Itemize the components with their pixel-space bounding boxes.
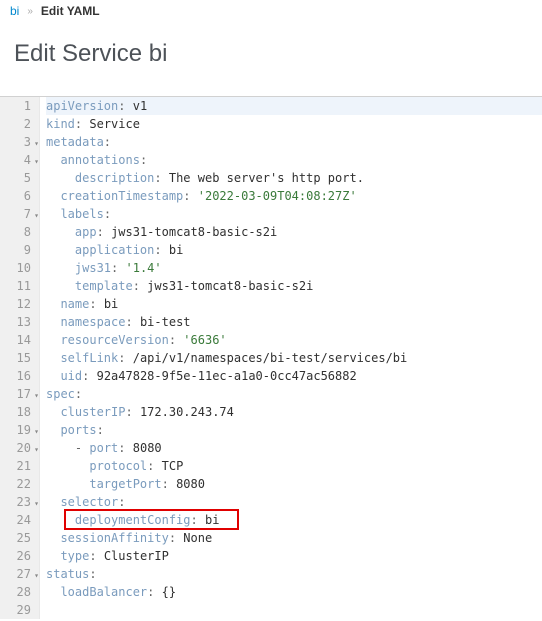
line-number: 28 bbox=[8, 583, 31, 601]
code-line[interactable]: sessionAffinity: None bbox=[46, 529, 542, 547]
code-line[interactable]: app: jws31-tomcat8-basic-s2i bbox=[46, 223, 542, 241]
line-number: 4 bbox=[8, 151, 31, 169]
code-line[interactable]: description: The web server's http port. bbox=[46, 169, 542, 187]
code-line[interactable]: annotations: bbox=[46, 151, 542, 169]
line-number: 10 bbox=[8, 259, 31, 277]
line-number: 16 bbox=[8, 367, 31, 385]
code-line[interactable]: creationTimestamp: '2022-03-09T04:08:27Z… bbox=[46, 187, 542, 205]
line-number: 27 bbox=[8, 565, 31, 583]
code-line[interactable]: apiVersion: v1 bbox=[46, 97, 542, 115]
line-number: 2 bbox=[8, 115, 31, 133]
line-number: 24 bbox=[8, 511, 31, 529]
line-number: 13 bbox=[8, 313, 31, 331]
breadcrumb-root-link[interactable]: bi bbox=[10, 4, 19, 18]
code-line[interactable]: ports: bbox=[46, 421, 542, 439]
line-number: 26 bbox=[8, 547, 31, 565]
line-number: 21 bbox=[8, 457, 31, 475]
line-number: 23 bbox=[8, 493, 31, 511]
breadcrumb-current: Edit YAML bbox=[41, 4, 100, 18]
code-line[interactable]: spec: bbox=[46, 385, 542, 403]
code-line[interactable]: name: bi bbox=[46, 295, 542, 313]
chevron-right-icon: » bbox=[27, 6, 33, 17]
code-line[interactable]: - port: 8080 bbox=[46, 439, 542, 457]
code-line[interactable]: namespace: bi-test bbox=[46, 313, 542, 331]
line-number: 29 bbox=[8, 601, 31, 619]
code-area[interactable]: apiVersion: v1 kind: Service metadata: a… bbox=[40, 97, 542, 619]
line-number: 1 bbox=[8, 97, 31, 115]
code-line[interactable]: loadBalancer: {} bbox=[46, 583, 542, 601]
code-line[interactable]: application: bi bbox=[46, 241, 542, 259]
code-line[interactable]: deploymentConfig: bi bbox=[46, 511, 542, 529]
code-line[interactable]: status: bbox=[46, 565, 542, 583]
line-number: 5 bbox=[8, 169, 31, 187]
line-number: 11 bbox=[8, 277, 31, 295]
code-line[interactable]: labels: bbox=[46, 205, 542, 223]
code-line[interactable]: clusterIP: 172.30.243.74 bbox=[46, 403, 542, 421]
line-number: 8 bbox=[8, 223, 31, 241]
code-line[interactable]: metadata: bbox=[46, 133, 542, 151]
code-line[interactable]: template: jws31-tomcat8-basic-s2i bbox=[46, 277, 542, 295]
code-line[interactable] bbox=[46, 601, 542, 619]
line-number: 14 bbox=[8, 331, 31, 349]
line-number: 19 bbox=[8, 421, 31, 439]
code-line[interactable]: resourceVersion: '6636' bbox=[46, 331, 542, 349]
line-number: 12 bbox=[8, 295, 31, 313]
line-gutter: 1 2 3 4 5 6 7 8 9 10 11 12 13 14 15 16 1… bbox=[0, 97, 40, 619]
code-line[interactable]: type: ClusterIP bbox=[46, 547, 542, 565]
breadcrumb: bi » Edit YAML bbox=[0, 0, 542, 22]
line-number: 9 bbox=[8, 241, 31, 259]
line-number: 15 bbox=[8, 349, 31, 367]
line-number: 25 bbox=[8, 529, 31, 547]
line-number: 3 bbox=[8, 133, 31, 151]
page-title: Edit Service bi bbox=[0, 22, 542, 96]
yaml-editor[interactable]: 1 2 3 4 5 6 7 8 9 10 11 12 13 14 15 16 1… bbox=[0, 96, 542, 619]
code-line[interactable]: selector: bbox=[46, 493, 542, 511]
code-line[interactable]: selfLink: /api/v1/namespaces/bi-test/ser… bbox=[46, 349, 542, 367]
line-number: 18 bbox=[8, 403, 31, 421]
code-line[interactable]: targetPort: 8080 bbox=[46, 475, 542, 493]
code-line[interactable]: protocol: TCP bbox=[46, 457, 542, 475]
code-line[interactable]: uid: 92a47828-9f5e-11ec-a1a0-0cc47ac5688… bbox=[46, 367, 542, 385]
code-line[interactable]: jws31: '1.4' bbox=[46, 259, 542, 277]
line-number: 20 bbox=[8, 439, 31, 457]
line-number: 6 bbox=[8, 187, 31, 205]
line-number: 17 bbox=[8, 385, 31, 403]
line-number: 7 bbox=[8, 205, 31, 223]
line-number: 22 bbox=[8, 475, 31, 493]
code-line[interactable]: kind: Service bbox=[46, 115, 542, 133]
